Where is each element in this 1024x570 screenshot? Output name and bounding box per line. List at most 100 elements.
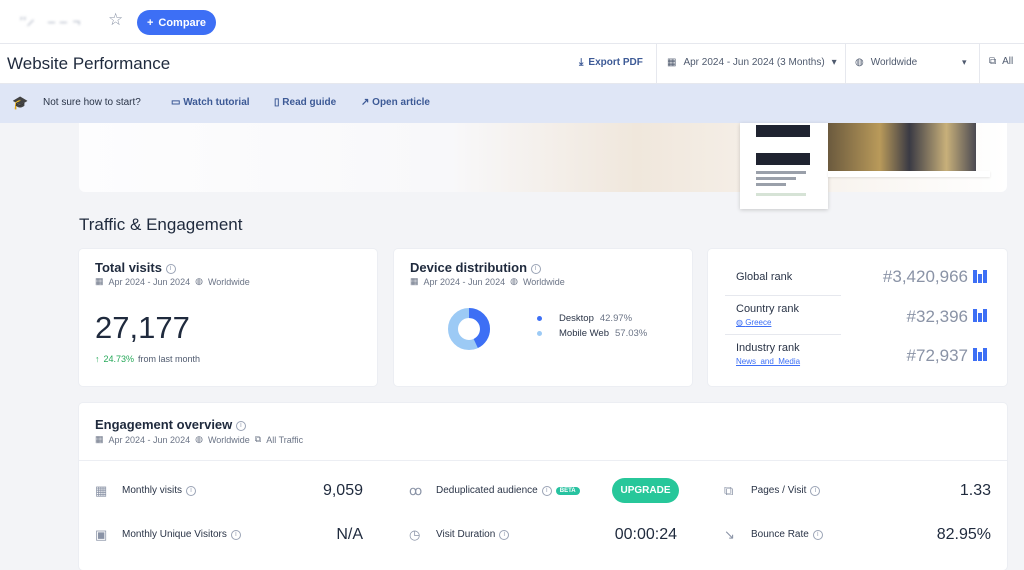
globe-icon: ◍	[510, 276, 518, 286]
desktop-preview	[828, 123, 976, 171]
arrow-up-icon: ↑	[95, 354, 100, 364]
compare-label: Compare	[158, 16, 207, 29]
total-visits-value: 27,177	[95, 310, 190, 345]
info-icon[interactable]: i	[235, 420, 246, 431]
calendar-icon: ▦	[95, 276, 104, 286]
divider	[725, 295, 841, 296]
pages-visit-value: 1.33	[959, 482, 991, 499]
globe-icon: ◍	[195, 434, 203, 444]
preview-bar	[828, 171, 990, 177]
rank-bars-icon	[973, 348, 987, 361]
card-title: Device distribution i	[410, 260, 541, 275]
industry-link[interactable]: News_and_Media	[736, 357, 800, 366]
industry-rank-value: #72,937	[906, 346, 968, 365]
card-meta: ▦ Apr 2024 - Jun 2024 ◍ Worldwide ⧉ All …	[95, 434, 304, 445]
mobile-dot	[537, 331, 542, 336]
graduation-cap-icon: 🎓	[12, 95, 29, 110]
date-range-label: Apr 2024 - Jun 2024 (3 Months)	[683, 57, 825, 68]
info-icon[interactable]: i	[165, 263, 176, 274]
filter-icon: ⧉	[254, 434, 262, 444]
top-bar: ′′ ̷ – – ¬ ☆ + Compare	[0, 0, 1024, 44]
card-title: Engagement overview i	[95, 417, 246, 432]
upgrade-button[interactable]: UPGRADE	[612, 478, 679, 503]
divider	[845, 44, 846, 84]
divider	[656, 44, 657, 84]
country-rank-value: #32,396	[906, 307, 968, 326]
info-icon[interactable]: i	[499, 529, 510, 540]
dedup-audience-label: Deduplicated audience i BETA	[436, 485, 580, 496]
card-meta: ▦ Apr 2024 - Jun 2024 ◍ Worldwide	[410, 276, 565, 287]
total-visits-card: Total visits i ▦ Apr 2024 - Jun 2024 ◍ W…	[79, 249, 377, 386]
mobile-preview	[740, 123, 828, 209]
user-id-icon: ▣	[95, 527, 108, 542]
info-icon[interactable]: i	[230, 529, 241, 540]
info-icon[interactable]: i	[541, 485, 552, 496]
info-icon[interactable]: i	[530, 263, 541, 274]
info-icon[interactable]: i	[186, 485, 197, 496]
caret-down-icon: ▾	[831, 57, 837, 68]
banner-prompt: Not sure how to start?	[43, 97, 141, 108]
divider	[979, 44, 980, 84]
visits-change: ↑ 24.73% from last month	[95, 354, 201, 364]
unique-visitors-value: N/A	[336, 526, 363, 543]
legend-mobile: Mobile Web 57.03%	[537, 328, 647, 339]
calendar-icon: ▦	[95, 434, 104, 444]
download-icon: ⤓	[579, 57, 584, 68]
unique-visitors-label: Monthly Unique Visitors i	[122, 529, 241, 540]
globe-icon: ◍	[855, 57, 864, 68]
rank-bars-icon	[973, 270, 987, 283]
visit-duration-value: 00:00:24	[614, 526, 677, 543]
info-icon[interactable]: i	[812, 529, 823, 540]
export-label: Export PDF	[588, 57, 643, 68]
bounce-rate-value: 82.95%	[936, 526, 991, 543]
device-distribution-card: Device distribution i ▦ Apr 2024 - Jun 2…	[394, 249, 692, 386]
divider	[725, 334, 841, 335]
section-title: Traffic & Engagement	[79, 215, 243, 234]
star-icon[interactable]: ☆	[108, 10, 123, 30]
region-label: Worldwide	[870, 57, 918, 68]
global-rank-value: #3,420,966	[882, 267, 968, 286]
trend-down-icon: ↘	[724, 527, 735, 542]
filter-label: All	[1002, 56, 1014, 67]
device-donut-chart	[448, 308, 490, 350]
site-name[interactable]: ′′ ̷ – – ¬	[20, 14, 81, 29]
filter-icon: ⧉	[989, 56, 997, 67]
country-link[interactable]: ◍ Greece	[736, 318, 771, 327]
info-icon[interactable]: i	[810, 485, 821, 496]
monthly-visits-label: Monthly visits i	[122, 485, 197, 496]
page-header: Website Performance ⤓ Export PDF ▦ Apr 2…	[0, 44, 1024, 84]
page-title: Website Performance	[7, 54, 171, 73]
caret-down-icon[interactable]: ▾	[962, 57, 967, 68]
bounce-rate-label: Bounce Rate i	[751, 529, 823, 540]
engagement-card: Engagement overview i ▦ Apr 2024 - Jun 2…	[79, 403, 1007, 570]
region-selector[interactable]: ◍ Worldwide	[855, 57, 917, 68]
help-banner: 🎓 Not sure how to start? ▭ Watch tutoria…	[0, 84, 1024, 123]
card-meta: ▦ Apr 2024 - Jun 2024 ◍ Worldwide	[95, 276, 250, 287]
divider	[79, 460, 1007, 461]
date-range-picker[interactable]: ▦ Apr 2024 - Jun 2024 (3 Months) ▾	[667, 57, 837, 68]
calendar-icon: ▦	[410, 276, 419, 286]
beta-badge: BETA	[555, 486, 580, 495]
globe-icon: ◍	[195, 276, 203, 286]
global-rank-label: Global rank	[736, 271, 793, 283]
card-title: Total visits i	[95, 260, 176, 275]
traffic-filter[interactable]: ⧉ All	[989, 56, 1013, 67]
compare-button[interactable]: + Compare	[137, 10, 216, 35]
desktop-dot	[537, 316, 542, 321]
ranks-card: Global rank #3,420,966 Country rank ◍ Gr…	[708, 249, 1007, 386]
timer-icon: ◷	[409, 527, 421, 542]
legend-desktop: Desktop 42.97%	[537, 313, 632, 324]
monthly-visits-value: 9,059	[322, 482, 363, 499]
country-rank-label: Country rank	[736, 303, 799, 315]
rank-bars-icon	[973, 309, 987, 322]
open-article-link[interactable]: ↗ Open article	[361, 97, 430, 108]
calendar-icon: ▦	[667, 57, 677, 68]
pages-visit-label: Pages / Visit i	[751, 485, 821, 496]
read-guide-link[interactable]: ▯ Read guide	[274, 97, 336, 108]
export-pdf-button[interactable]: ⤓ Export PDF	[579, 57, 643, 68]
users-icon: ꝏ	[409, 483, 423, 498]
industry-rank-label: Industry rank	[736, 342, 800, 354]
watch-tutorial-link[interactable]: ▭ Watch tutorial	[171, 97, 250, 108]
pages-icon: ⧉	[724, 483, 734, 498]
plus-icon: +	[146, 16, 154, 29]
